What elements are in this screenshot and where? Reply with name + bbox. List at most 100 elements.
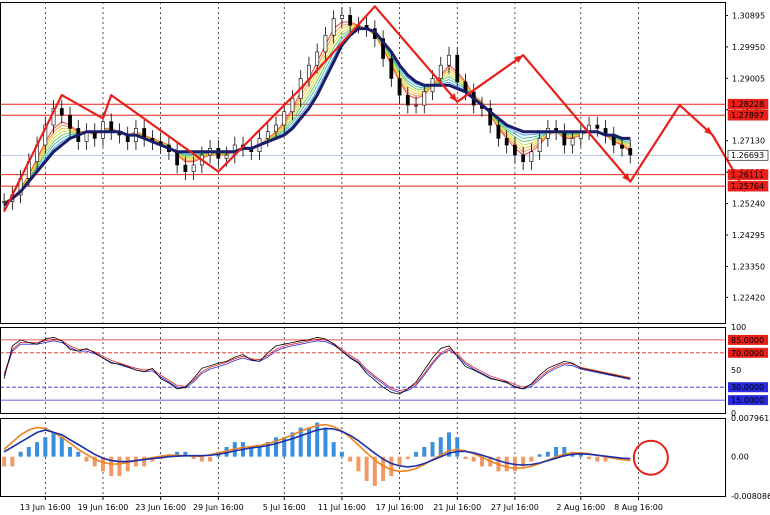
macd-histogram-bar bbox=[43, 437, 48, 457]
macd-histogram-bar bbox=[471, 456, 476, 462]
oscillator-axis-label: 100 bbox=[731, 323, 746, 332]
macd-histogram-bar bbox=[389, 456, 394, 477]
oscillator-level-label: 15.0000 bbox=[731, 396, 764, 405]
macd-histogram-bar bbox=[257, 446, 262, 457]
price-candle-body bbox=[331, 18, 336, 36]
price-candle-body bbox=[570, 138, 575, 146]
macd-histogram-bar bbox=[587, 456, 592, 460]
chart-background bbox=[0, 0, 770, 515]
price-tick-label: 1.25240 bbox=[732, 200, 765, 209]
oscillator-level-label: 85.0000 bbox=[731, 336, 764, 345]
x-tick-label: 29 Jun 16:00 bbox=[193, 503, 244, 512]
price-candle-body bbox=[274, 124, 278, 133]
x-tick-label: 2 Aug 16:00 bbox=[556, 503, 605, 512]
macd-histogram-bar bbox=[463, 456, 468, 460]
price-candle-body bbox=[183, 164, 188, 172]
macd-histogram-bar bbox=[315, 422, 320, 457]
macd-histogram-bar bbox=[84, 456, 89, 462]
x-tick-label: 13 Jun 16:00 bbox=[20, 503, 71, 512]
price-candle-body bbox=[562, 131, 567, 146]
price-candle-body bbox=[455, 54, 460, 83]
price-candle-body bbox=[496, 124, 501, 139]
price-candle-body bbox=[323, 34, 328, 53]
price-candle-body bbox=[290, 98, 295, 113]
price-candle-body bbox=[405, 94, 410, 106]
macd-histogram-bar bbox=[323, 427, 328, 457]
price-tick-label: 1.29005 bbox=[732, 74, 765, 83]
price-candle-body bbox=[529, 151, 534, 162]
macd-histogram-bar bbox=[51, 432, 56, 457]
macd-histogram-bar bbox=[348, 456, 353, 462]
price-level-label: 1.27897 bbox=[731, 111, 764, 120]
macd-histogram-bar bbox=[331, 442, 336, 457]
price-candle-body bbox=[224, 154, 229, 159]
price-candle-body bbox=[537, 138, 542, 152]
macd-histogram-bar bbox=[117, 456, 122, 477]
price-candle-body bbox=[521, 154, 526, 162]
price-candle-body bbox=[447, 54, 451, 66]
x-tick-label: 17 Jul 16:00 bbox=[376, 503, 424, 512]
price-candle-body bbox=[191, 164, 196, 172]
price-candle-body bbox=[265, 131, 270, 139]
price-candle-body bbox=[216, 148, 221, 159]
x-tick-label: 19 Jun 16:00 bbox=[78, 503, 129, 512]
price-candle-body bbox=[504, 138, 509, 146]
price-level-label: 1.26693 bbox=[731, 151, 764, 160]
macd-histogram-bar bbox=[537, 454, 542, 457]
macd-histogram-bar bbox=[68, 446, 73, 457]
macd-histogram-bar bbox=[364, 456, 369, 481]
price-candle-body bbox=[397, 78, 402, 96]
macd-histogram-bar bbox=[422, 446, 427, 457]
price-candle-body bbox=[175, 151, 180, 166]
macd-histogram-bar bbox=[554, 446, 559, 457]
price-candle-body bbox=[282, 111, 287, 126]
price-tick-label: 1.23350 bbox=[732, 262, 765, 271]
price-candle-body bbox=[68, 114, 72, 129]
price-candle-body bbox=[595, 124, 600, 129]
macd-histogram-bar bbox=[35, 442, 40, 457]
macd-axis-label: 0.0079617 bbox=[731, 414, 770, 423]
macd-histogram-bar bbox=[18, 451, 23, 457]
macd-histogram-bar bbox=[76, 451, 81, 457]
macd-histogram-bar bbox=[59, 437, 64, 457]
price-candle-body bbox=[348, 15, 353, 26]
macd-histogram-bar bbox=[208, 456, 213, 462]
price-level-label: 1.25764 bbox=[731, 182, 764, 191]
oscillator-axis-label: 50 bbox=[731, 366, 741, 375]
macd-histogram-bar bbox=[595, 456, 600, 462]
price-tick-label: 1.24295 bbox=[732, 231, 765, 240]
price-candle-body bbox=[315, 51, 320, 66]
macd-histogram-bar bbox=[26, 446, 31, 457]
macd-histogram-bar bbox=[191, 456, 196, 460]
trading-chart[interactable]: 13 Jun 16:00 19 Jun 16:00 23 Jun 16:00 29 J… bbox=[0, 0, 770, 515]
price-level-label: 1.26111 bbox=[731, 171, 764, 180]
macd-histogram-bar bbox=[356, 456, 361, 472]
x-tick-label: 27 Jul 16:00 bbox=[491, 503, 539, 512]
macd-histogram-bar bbox=[2, 456, 7, 467]
price-candle-body bbox=[513, 144, 517, 156]
price-tick-label: 1.27130 bbox=[732, 137, 765, 146]
x-tick-label: 21 Jul 16:00 bbox=[433, 503, 481, 512]
macd-histogram-bar bbox=[545, 451, 550, 457]
price-candle-body bbox=[422, 91, 427, 106]
macd-histogram-bar bbox=[529, 456, 534, 462]
price-level-label: 1.28228 bbox=[731, 100, 764, 109]
price-candle-body bbox=[438, 64, 443, 79]
macd-axis-label: 0.00 bbox=[731, 453, 749, 462]
price-candle-body bbox=[101, 121, 105, 139]
macd-histogram-bar bbox=[199, 456, 204, 462]
macd-axis-label: -0.0080863 bbox=[731, 492, 770, 501]
macd-histogram-bar bbox=[405, 456, 410, 460]
macd-histogram-bar bbox=[125, 456, 130, 472]
price-candle-body bbox=[628, 148, 633, 156]
x-tick-label: 11 Jul 16:00 bbox=[318, 503, 366, 512]
macd-histogram-bar bbox=[10, 456, 15, 467]
oscillator-level-label: 30.0000 bbox=[731, 383, 764, 392]
price-candle-body bbox=[340, 15, 344, 19]
oscillator-level-label: 70.0000 bbox=[731, 349, 764, 358]
price-candle-body bbox=[545, 128, 550, 139]
macd-histogram-bar bbox=[339, 451, 344, 457]
macd-histogram-bar bbox=[430, 442, 435, 457]
price-tick-label: 1.22420 bbox=[732, 293, 765, 302]
x-tick-label: 8 Aug 16:00 bbox=[614, 503, 663, 512]
